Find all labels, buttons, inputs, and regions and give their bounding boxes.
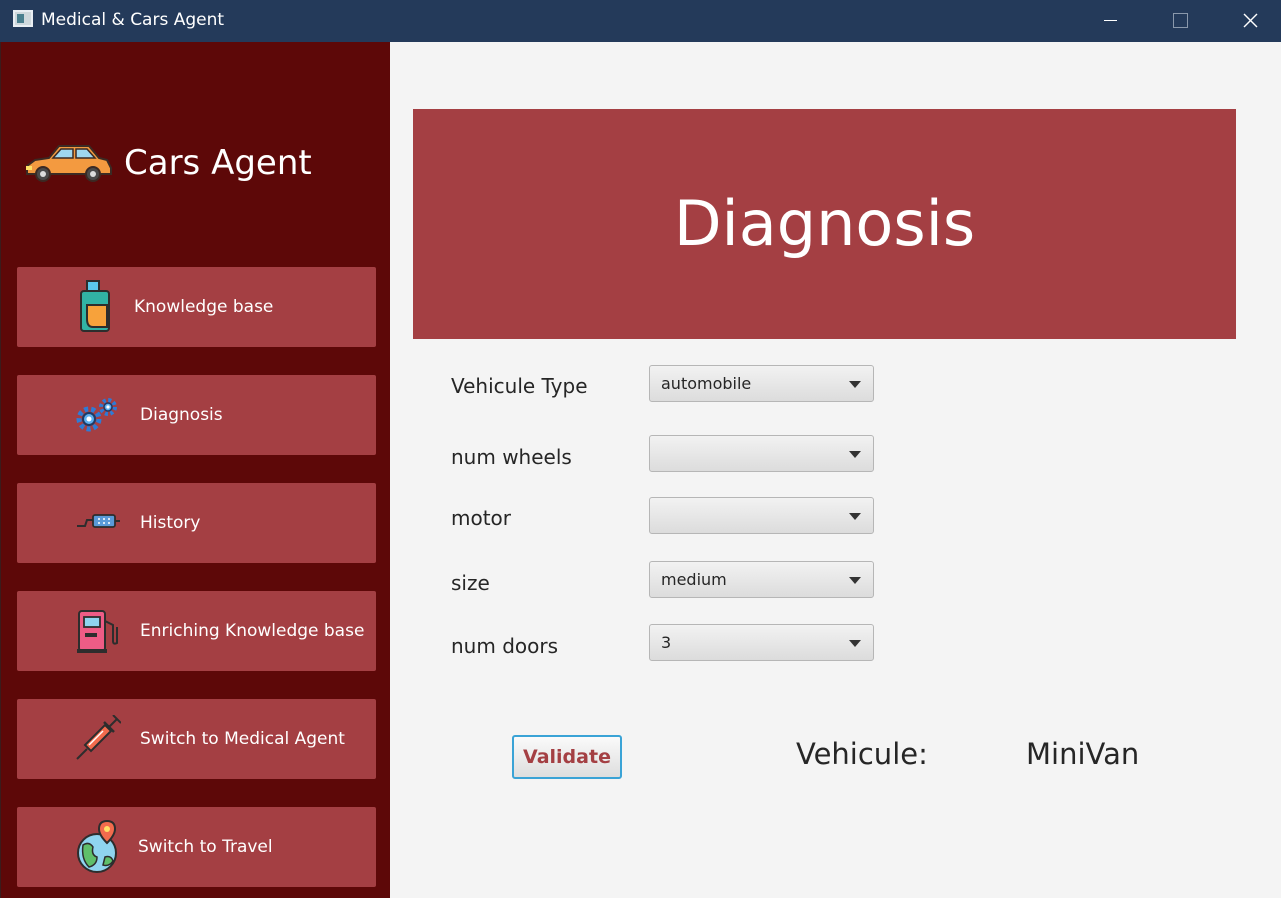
close-icon [1243,13,1258,28]
result-value: MiniVan [1026,737,1140,771]
sidebar-item-label: History [140,513,201,533]
vehicule-type-label: Vehicule Type [451,374,588,398]
sidebar-item-switch-to-travel[interactable]: Switch to Travel [17,807,376,887]
sidebar-item-diagnosis[interactable]: Diagnosis [17,375,376,455]
sidebar-item-enriching-knowledge-base[interactable]: Enriching Knowledge base [17,591,376,671]
sidebar-item-label: Enriching Knowledge base [140,621,365,641]
exhaust-pipe-icon [77,514,120,528]
brand: Cars Agent [23,142,363,186]
window-title: Medical & Cars Agent [41,10,225,30]
car-icon [26,145,112,182]
chevron-down-icon [849,381,861,388]
vehicule-type-select[interactable]: automobile [649,365,874,402]
size-label: size [451,571,490,595]
chevron-down-icon [849,513,861,520]
sidebar-item-label: Knowledge base [134,297,274,317]
maximize-button[interactable] [1156,0,1202,42]
brand-label: Cars Agent [124,143,312,183]
size-select[interactable]: medium [649,561,874,598]
sidebar-item-label: Switch to Medical Agent [140,729,345,749]
sidebar-item-label: Diagnosis [140,405,223,425]
title-bar: Medical & Cars Agent [0,0,1281,42]
chevron-down-icon [849,451,861,458]
minimize-button[interactable] [1087,0,1133,42]
oil-can-icon [80,280,110,332]
globe-pin-icon [77,819,117,873]
vehicule-type-value: automobile [661,374,752,393]
close-button[interactable] [1227,0,1273,42]
sidebar-item-knowledge-base[interactable]: Knowledge base [17,267,376,347]
sidebar-item-history[interactable]: History [17,483,376,563]
size-value: medium [661,570,727,589]
motor-select[interactable] [649,497,874,534]
validate-button[interactable]: Validate [512,735,622,779]
chevron-down-icon [849,640,861,647]
app-window-icon [13,10,33,27]
fuel-pump-icon [77,610,118,653]
num-wheels-select[interactable] [649,435,874,472]
sidebar: Cars Agent Knowledge base Diagnosis Hist… [0,42,390,898]
motor-label: motor [451,506,512,530]
page-title: Diagnosis [673,187,976,260]
sidebar-item-switch-to-medical-agent[interactable]: Switch to Medical Agent [17,699,376,779]
result-label: Vehicule: [796,737,928,771]
gears-icon [76,398,117,432]
page-banner: Diagnosis [413,109,1236,339]
num-wheels-label: num wheels [451,445,572,469]
num-doors-label: num doors [451,634,559,658]
chevron-down-icon [849,577,861,584]
main-panel: Diagnosis Vehicule Type automobile num w… [390,42,1281,898]
sidebar-item-label: Switch to Travel [138,837,273,857]
syringe-icon [76,715,121,760]
num-doors-value: 3 [661,633,672,652]
num-doors-select[interactable]: 3 [649,624,874,661]
